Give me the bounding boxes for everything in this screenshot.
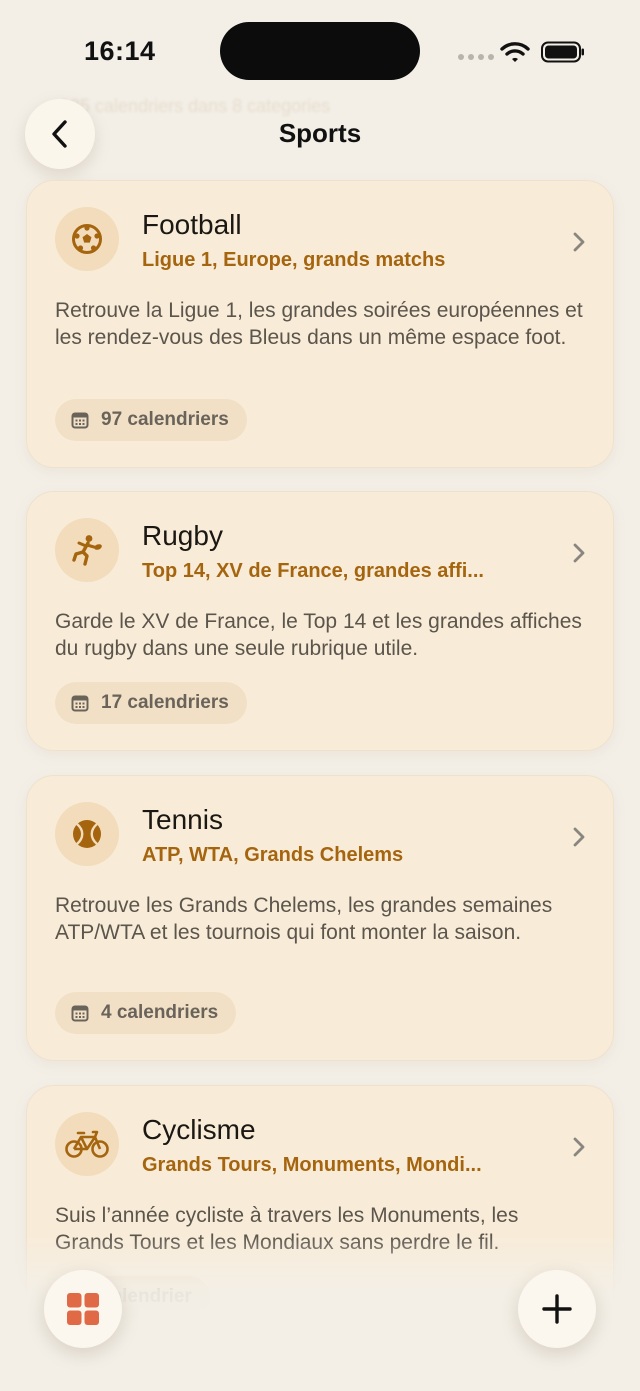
- chevron-right-icon: [573, 827, 585, 847]
- nav-header: Sports: [0, 96, 640, 176]
- cellular-signal-icon: [458, 54, 494, 60]
- category-card-tennis[interactable]: Tennis ATP, WTA, Grands Chelems Retrouve…: [26, 775, 614, 1061]
- calendar-icon: [71, 695, 89, 712]
- soccer-ball-icon: [55, 207, 119, 271]
- dynamic-island: [220, 22, 420, 80]
- status-bar: 16:14: [0, 0, 640, 100]
- tennis-ball-icon: [55, 802, 119, 866]
- calendar-count-label: 4 calendriers: [101, 1002, 219, 1023]
- status-time: 16:14: [84, 36, 156, 66]
- calendar-icon: [71, 412, 89, 429]
- chevron-right-icon: [573, 232, 585, 252]
- chevron-right-icon: [573, 1137, 585, 1157]
- battery-icon: [541, 41, 584, 63]
- add-button[interactable]: [518, 1270, 596, 1348]
- calendar-count-label: 97 calendriers: [101, 409, 229, 430]
- card-title: Cyclisme: [142, 1114, 256, 1145]
- chevron-right-icon: [573, 543, 585, 563]
- card-subtitle: Ligue 1, Europe, grands matchs: [142, 249, 446, 271]
- calendar-count-label: 17 calendriers: [101, 692, 229, 713]
- card-description: Garde le XV de France, le Top 14 et les …: [55, 610, 582, 660]
- page-title: Sports: [278, 118, 362, 148]
- bicycle-icon: [55, 1112, 119, 1176]
- category-card-football[interactable]: Football Ligue 1, Europe, grands matchs …: [26, 180, 614, 468]
- calendar-count-badge: 4 calendriers: [55, 992, 237, 1034]
- category-card-rugby[interactable]: Rugby Top 14, XV de France, grandes affi…: [26, 491, 614, 751]
- card-title: Tennis: [142, 804, 223, 835]
- card-title: Football: [142, 209, 242, 240]
- rugby-player-icon: [55, 518, 119, 582]
- card-subtitle: Grands Tours, Monuments, Mondi...: [142, 1154, 482, 1176]
- calendar-count-badge: 17 calendriers: [55, 682, 247, 724]
- grid-icon: [67, 1293, 99, 1325]
- wifi-icon: [500, 42, 530, 62]
- card-description: Retrouve la Ligue 1, les grandes soirées…: [55, 299, 583, 349]
- calendar-icon: [71, 1005, 89, 1022]
- card-subtitle: ATP, WTA, Grands Chelems: [142, 844, 404, 866]
- calendar-count-badge: 97 calendriers: [55, 399, 247, 441]
- card-description: Retrouve les Grands Chelems, les grandes…: [55, 894, 553, 944]
- card-title: Rugby: [142, 520, 223, 551]
- card-subtitle: Top 14, XV de France, grandes affi...: [142, 560, 484, 582]
- plus-icon: [542, 1294, 572, 1324]
- categories-grid-button[interactable]: [44, 1270, 122, 1348]
